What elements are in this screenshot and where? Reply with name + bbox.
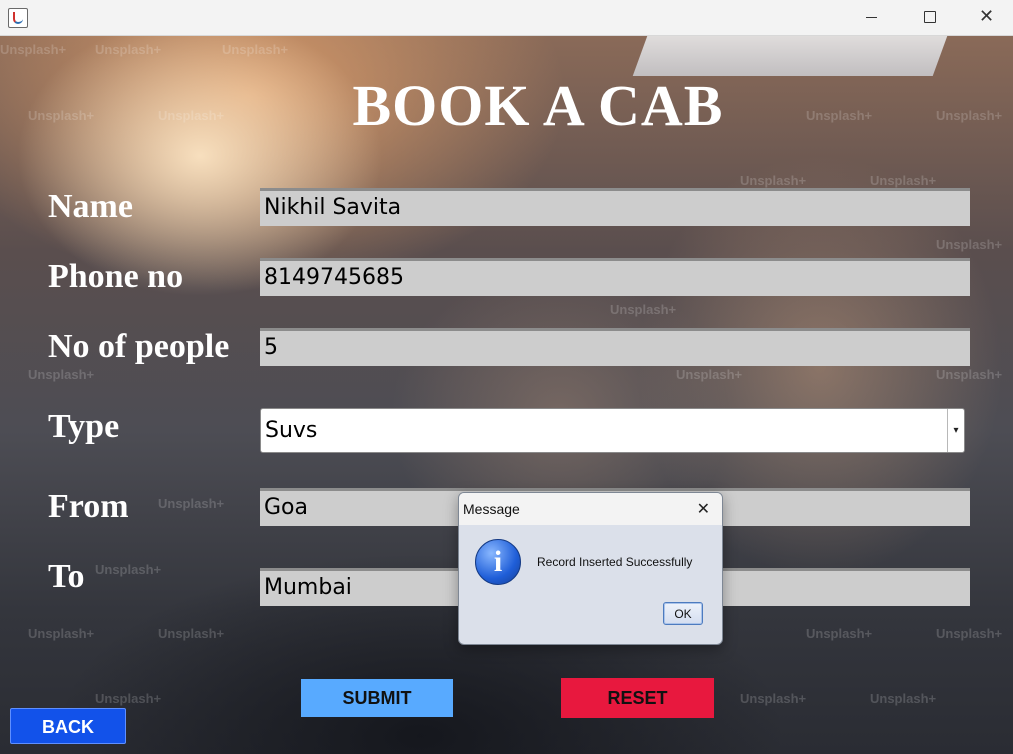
name-label: Name xyxy=(48,188,133,225)
watermark: Unsplash+ xyxy=(740,173,807,188)
dialog-message: Record Inserted Successfully xyxy=(537,555,693,569)
watermark: Unsplash+ xyxy=(0,42,67,57)
message-dialog: Message ✕ i Record Inserted Successfully… xyxy=(458,492,723,645)
submit-button[interactable]: SUBMIT xyxy=(301,679,453,717)
watermark: Unsplash+ xyxy=(870,173,937,188)
type-dropdown-value: Suvs xyxy=(265,418,318,443)
page-title: BOOK A CAB xyxy=(352,73,724,138)
window-titlebar: ✕ xyxy=(0,0,1013,36)
people-field[interactable]: 5 xyxy=(260,328,970,366)
watermark: Unsplash+ xyxy=(95,42,162,57)
watermark: Unsplash+ xyxy=(158,626,225,641)
taxi-sign xyxy=(632,36,948,76)
maximize-button[interactable] xyxy=(900,0,958,35)
phone-field[interactable]: 8149745685 xyxy=(260,258,970,296)
watermark: Unsplash+ xyxy=(610,302,677,317)
ok-button[interactable]: OK xyxy=(663,602,703,625)
dialog-title: Message xyxy=(463,501,520,517)
type-label: Type xyxy=(48,408,120,445)
watermark: Unsplash+ xyxy=(95,562,162,577)
chevron-down-icon[interactable]: ▾ xyxy=(947,409,964,452)
minimize-icon xyxy=(866,17,877,18)
people-label: No of people xyxy=(48,328,230,365)
close-button[interactable]: ✕ xyxy=(958,0,1013,35)
background-photo xyxy=(0,36,1013,754)
watermark: Unsplash+ xyxy=(936,626,1003,641)
minimize-button[interactable] xyxy=(842,0,900,35)
maximize-icon xyxy=(924,11,936,23)
back-button[interactable]: BACK xyxy=(10,708,126,744)
watermark: Unsplash+ xyxy=(28,367,95,382)
reset-button[interactable]: RESET xyxy=(561,678,714,718)
watermark: Unsplash+ xyxy=(95,691,162,706)
watermark: Unsplash+ xyxy=(936,367,1003,382)
type-dropdown[interactable]: Suvs ▾ xyxy=(260,408,965,453)
watermark: Unsplash+ xyxy=(806,626,873,641)
watermark: Unsplash+ xyxy=(676,367,743,382)
watermark: Unsplash+ xyxy=(222,42,289,57)
java-icon xyxy=(8,8,28,28)
watermark: Unsplash+ xyxy=(936,237,1003,252)
to-label: To xyxy=(48,558,85,595)
close-icon[interactable]: ✕ xyxy=(697,499,710,518)
name-field[interactable]: Nikhil Savita xyxy=(260,188,970,226)
watermark: Unsplash+ xyxy=(870,691,937,706)
info-icon: i xyxy=(475,539,521,585)
from-label: From xyxy=(48,488,129,525)
watermark: Unsplash+ xyxy=(740,691,807,706)
dialog-titlebar: Message ✕ xyxy=(459,493,722,525)
watermark: Unsplash+ xyxy=(158,496,225,511)
phone-label: Phone no xyxy=(48,258,184,295)
close-icon: ✕ xyxy=(979,6,995,27)
watermark: Unsplash+ xyxy=(28,626,95,641)
